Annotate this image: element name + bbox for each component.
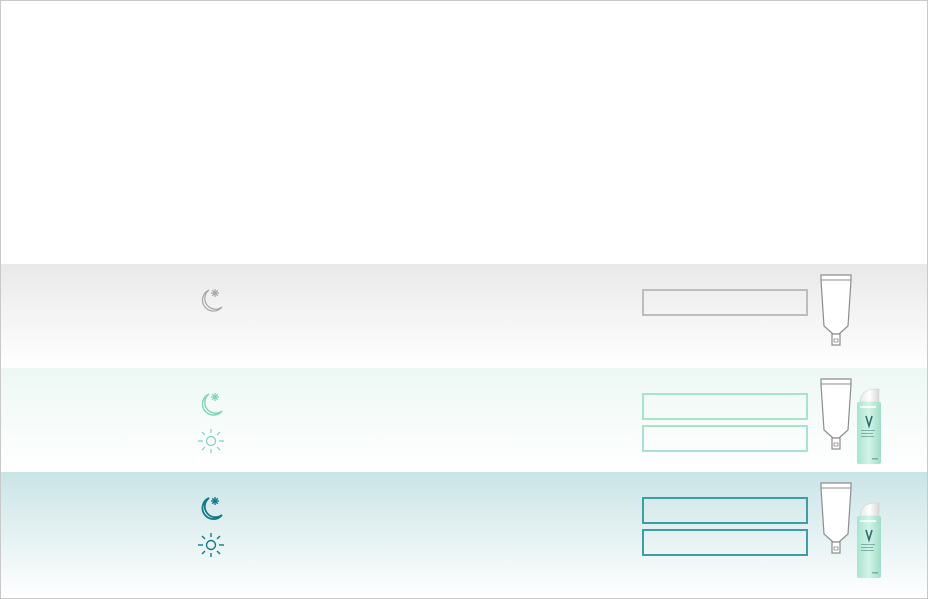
routine-row-1 — [1, 264, 927, 368]
sun-icon — [198, 429, 224, 453]
routine-step-night[interactable] — [642, 497, 808, 524]
normaderm-bottle-image — [857, 388, 881, 464]
moon-star-icon — [201, 289, 223, 312]
routine-step-night[interactable] — [642, 393, 808, 420]
moon-star-icon — [201, 393, 223, 416]
routine-panel — [0, 0, 928, 599]
routine-step-night[interactable] — [642, 289, 808, 316]
sun-icon — [198, 533, 224, 557]
routine-row-2 — [1, 368, 927, 472]
hero-area — [1, 1, 927, 264]
cream-tube-icon — [820, 482, 852, 554]
normaderm-bottle-image — [857, 502, 881, 578]
routine-step-day[interactable] — [642, 425, 808, 452]
moon-star-icon — [201, 497, 223, 520]
cream-tube-icon — [820, 274, 852, 346]
routine-row-3 — [1, 472, 927, 598]
routine-step-day[interactable] — [642, 529, 808, 556]
cream-tube-icon — [820, 378, 852, 450]
